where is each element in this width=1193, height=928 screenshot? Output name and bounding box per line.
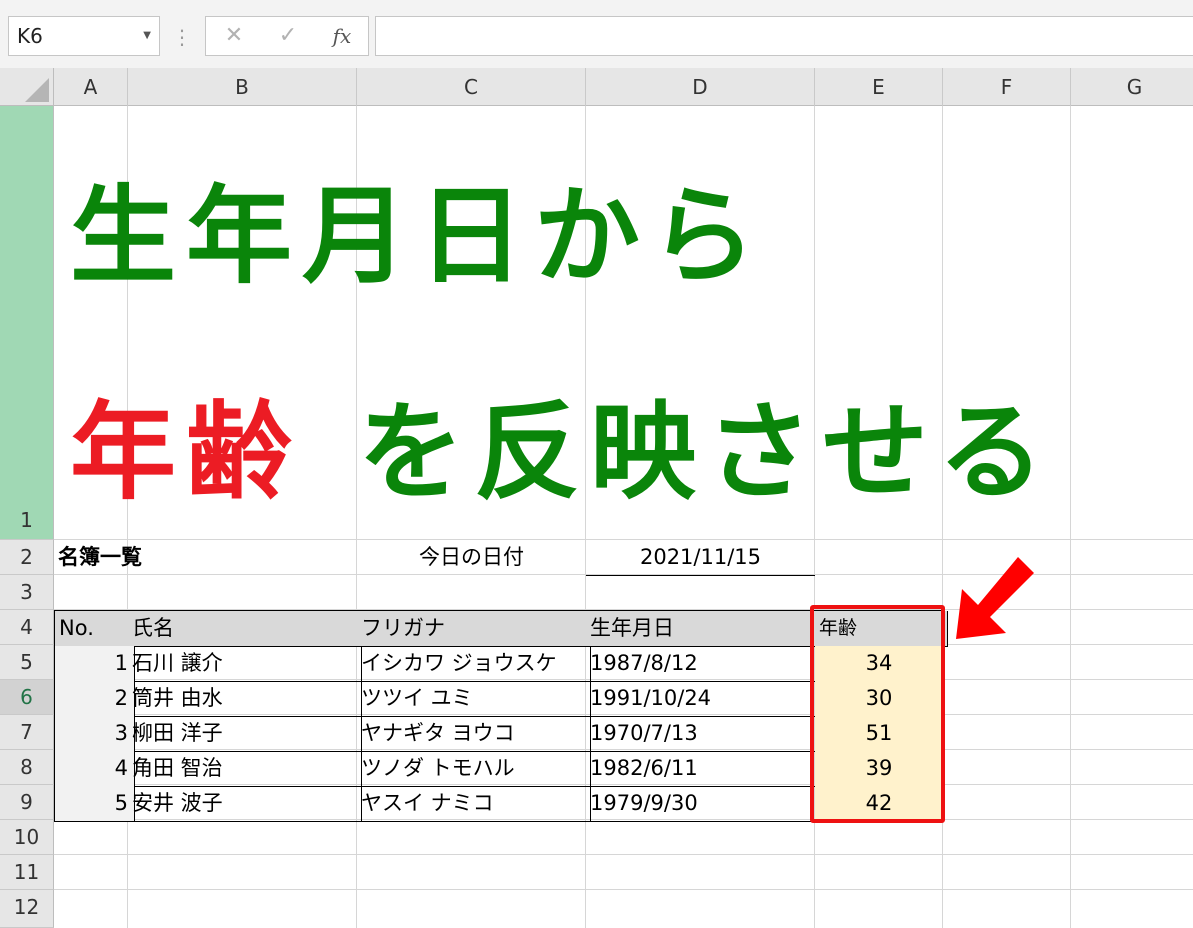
today-label[interactable]: 今日の日付 [357, 540, 586, 574]
cell-kana[interactable]: ツツイ ユミ [357, 681, 591, 717]
column-header-f[interactable]: F [943, 68, 1071, 106]
row-header-4[interactable]: 4 [0, 610, 54, 645]
today-value[interactable]: 2021/11/15 [586, 540, 815, 576]
header-no[interactable]: No. [55, 611, 133, 647]
list-title[interactable]: 名簿一覧 [58, 540, 142, 574]
formula-input[interactable] [375, 16, 1193, 56]
cell-birth[interactable]: 1979/9/30 [586, 786, 820, 822]
row-header-11[interactable]: 11 [0, 855, 54, 890]
cell-kana[interactable]: ツノダ トモハル [357, 751, 591, 787]
formula-buttons: ✕ ✓ fx [205, 16, 369, 56]
column-header-e[interactable]: E [815, 68, 943, 106]
cell-no[interactable]: 2 [55, 681, 135, 717]
title-line-2-green: を反映させる [358, 391, 1054, 514]
cell-name[interactable]: 石川 譲介 [128, 646, 362, 682]
cell-birth[interactable]: 1982/6/11 [586, 751, 820, 787]
cell-birth[interactable]: 1970/7/13 [586, 716, 820, 752]
column-header-a[interactable]: A [54, 68, 128, 106]
cell-kana[interactable]: イシカワ ジョウスケ [357, 646, 591, 682]
column-header-d[interactable]: D [586, 68, 815, 106]
row-header-5[interactable]: 5 [0, 645, 54, 680]
header-birth[interactable]: 生年月日 [586, 611, 820, 647]
row-header-2[interactable]: 2 [0, 540, 54, 575]
header-name[interactable]: 氏名 [128, 611, 362, 647]
cancel-icon[interactable]: ✕ [216, 17, 252, 55]
name-box-value: K6 [17, 24, 43, 48]
title-line-2-red: 年齢 [70, 391, 302, 514]
column-header-g[interactable]: G [1071, 68, 1193, 106]
cell-birth[interactable]: 1987/8/12 [586, 646, 820, 682]
row-header-8[interactable]: 8 [0, 750, 54, 785]
cell-name[interactable]: 角田 智治 [128, 751, 362, 787]
column-header-b[interactable]: B [128, 68, 357, 106]
column-header-c[interactable]: C [357, 68, 586, 106]
cell-birth[interactable]: 1991/10/24 [586, 681, 820, 717]
row-header-7[interactable]: 7 [0, 715, 54, 750]
age-column-highlight [810, 605, 945, 823]
row-header-9[interactable]: 9 [0, 785, 54, 820]
header-kana[interactable]: フリガナ [357, 611, 591, 647]
cell-kana[interactable]: ヤスイ ナミコ [357, 786, 591, 822]
name-box[interactable]: K6 ▼ [8, 16, 160, 56]
row-header-3[interactable]: 3 [0, 575, 54, 610]
more-options-icon: ⋮ [172, 25, 192, 49]
row-header-10[interactable]: 10 [0, 820, 54, 855]
title-line-1: 生年月日から [70, 175, 766, 298]
chevron-down-icon[interactable]: ▼ [143, 17, 151, 55]
pointing-arrow-icon [956, 557, 1034, 639]
cell-name[interactable]: 安井 波子 [128, 786, 362, 822]
row-header-1[interactable]: 1 [0, 106, 54, 540]
select-all-button[interactable] [0, 68, 54, 106]
cell-kana[interactable]: ヤナギタ ヨウコ [357, 716, 591, 752]
cell-no[interactable]: 3 [55, 716, 135, 752]
cell-name[interactable]: 柳田 洋子 [128, 716, 362, 752]
enter-icon[interactable]: ✓ [270, 17, 306, 55]
column-header: A B C D E F G [0, 68, 1193, 106]
cell-no[interactable]: 4 [55, 751, 135, 787]
insert-function-icon[interactable]: fx [324, 17, 360, 55]
row-header-6[interactable]: 6 [0, 680, 54, 715]
cell-no[interactable]: 1 [55, 646, 135, 682]
cell-no[interactable]: 5 [55, 786, 135, 822]
cell-name[interactable]: 筒井 由水 [128, 681, 362, 717]
row-header-12[interactable]: 12 [0, 890, 54, 928]
